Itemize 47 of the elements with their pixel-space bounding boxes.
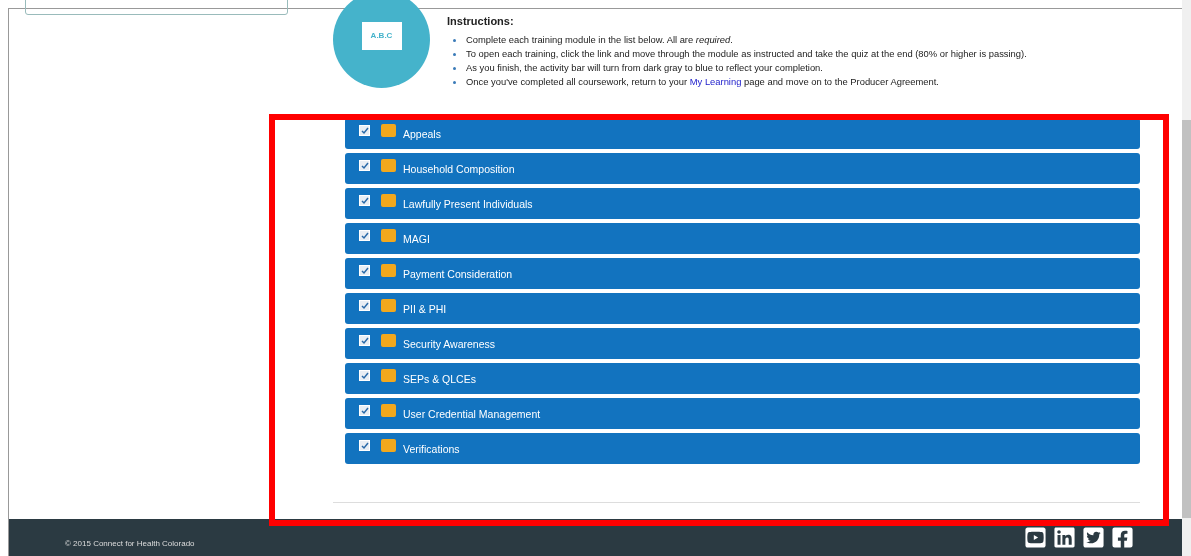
instruction-text: To open each training, click the link and move through the module as instructed and take the quiz at the end (80% or higher is passing).	[466, 47, 1027, 61]
module-bar[interactable]: Payment Consideration	[345, 258, 1140, 289]
checkbox[interactable]	[359, 370, 370, 381]
youtube-icon[interactable]	[1024, 526, 1047, 549]
copyright-text: © 2015 Connect for Health Colorado	[65, 539, 195, 548]
module-title: Payment Consideration	[403, 267, 513, 280]
checkbox[interactable]	[359, 230, 370, 241]
bullet-icon	[453, 53, 456, 56]
linkedin-icon[interactable]	[1053, 526, 1076, 549]
module-bar[interactable]: Verifications	[345, 433, 1140, 464]
bullet-icon	[453, 81, 456, 84]
module-title: SEPs & QLCEs	[403, 372, 476, 385]
my-learning-link[interactable]: My Learning	[689, 76, 742, 87]
module-bar[interactable]: Lawfully Present Individuals	[345, 188, 1140, 219]
bullet-icon	[453, 39, 456, 42]
bullet-icon	[453, 67, 456, 70]
scrollbar[interactable]	[1182, 0, 1191, 556]
checkbox[interactable]	[359, 405, 370, 416]
instructions-heading: Instructions:	[447, 15, 515, 27]
checkbox[interactable]	[359, 125, 370, 136]
module-bar[interactable]: User Credential Management	[345, 398, 1140, 429]
board-text: A.B.C	[370, 31, 393, 40]
checkbox[interactable]	[359, 440, 370, 451]
module-title: Lawfully Present Individuals	[403, 197, 533, 210]
checkbox[interactable]	[359, 195, 370, 206]
checkbox[interactable]	[359, 160, 370, 171]
instruction-text: Complete each training module in the list below. All are required.	[466, 33, 733, 47]
module-bar[interactable]: MAGI	[345, 223, 1140, 254]
facebook-icon[interactable]	[1111, 526, 1134, 549]
module-bar[interactable]: Appeals	[345, 118, 1140, 149]
instruction-text: Once you've completed all coursework, return to your My Learning page and move on to the Producer Agreement.	[466, 75, 939, 89]
module-bar[interactable]: PII & PHI	[345, 293, 1140, 324]
module-bar[interactable]: Security Awareness	[345, 328, 1140, 359]
module-title: PII & PHI	[403, 302, 447, 315]
checkbox[interactable]	[359, 300, 370, 311]
module-title: MAGI	[403, 232, 430, 245]
instruction-text: As you finish, the activity bar will turn from dark gray to blue to reflect your completion.	[466, 61, 823, 75]
module-title: Appeals	[403, 127, 441, 140]
module-title: Household Composition	[403, 162, 515, 175]
module-title: User Credential Management	[403, 407, 541, 420]
module-title: Verifications	[403, 442, 460, 455]
twitter-icon[interactable]	[1082, 526, 1105, 549]
checkbox[interactable]	[359, 335, 370, 346]
module-bar[interactable]: SEPs & QLCEs	[345, 363, 1140, 394]
module-bar[interactable]: Household Composition	[345, 153, 1140, 184]
checkbox[interactable]	[359, 265, 370, 276]
module-title: Security Awareness	[403, 337, 496, 350]
